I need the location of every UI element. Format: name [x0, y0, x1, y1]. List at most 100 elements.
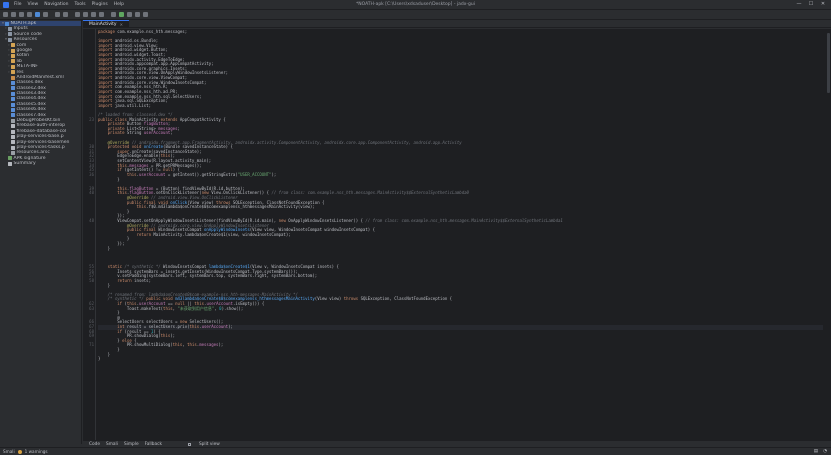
close-icon[interactable]: ✕ — [120, 21, 123, 28]
doc-icon — [11, 134, 15, 139]
line-number: 36 — [89, 171, 94, 177]
status-bar: Smali 1 warnings ▤ ◔ — [0, 447, 831, 455]
folder-icon — [8, 27, 12, 32]
save-icon[interactable] — [19, 12, 24, 17]
menu-view[interactable]: View — [28, 2, 39, 7]
flatten-icon[interactable] — [43, 12, 48, 17]
doc-icon — [8, 161, 12, 166]
warning-icon — [17, 449, 22, 454]
dex-icon — [11, 80, 15, 85]
find-class-icon[interactable] — [83, 12, 88, 17]
goto-icon[interactable] — [99, 12, 104, 17]
bin-icon — [11, 151, 15, 156]
dex-icon — [11, 91, 15, 96]
menu-help[interactable]: Help — [114, 2, 124, 7]
open-icon[interactable] — [3, 12, 8, 17]
doc-icon — [11, 140, 15, 145]
deobf-icon[interactable] — [111, 12, 116, 17]
apk-icon — [8, 156, 12, 161]
code-text: } — [98, 282, 111, 288]
code-text: this.f$0.m43lambda$onCreate$0$comexample… — [136, 204, 315, 210]
line-number: 48 — [89, 217, 94, 223]
dex-icon — [11, 113, 15, 118]
editor-scrollbar[interactable] — [827, 33, 830, 93]
line-number: 58 — [89, 277, 94, 283]
editor-tabs: MainActivity ✕ — [83, 20, 831, 28]
doc-icon — [11, 145, 15, 150]
status-left: Smali — [3, 449, 15, 454]
code-line[interactable]: } — [98, 356, 823, 362]
add-icon[interactable] — [11, 12, 16, 17]
quark-icon[interactable] — [135, 12, 140, 17]
dex-icon — [11, 102, 15, 107]
doc-icon — [11, 124, 15, 129]
line-number: 63 — [89, 305, 94, 311]
code-text: this.userAccount = getIntent().getString… — [126, 171, 277, 177]
tab-code[interactable]: Code — [89, 442, 100, 447]
split-view-label: Split view — [198, 441, 220, 447]
notifications-icon[interactable]: ◔ — [823, 449, 827, 454]
menu-file[interactable]: File — [14, 2, 22, 7]
root-icon — [5, 21, 9, 26]
code-editor[interactable]: package com.example.nss_hth.messages;imp… — [83, 29, 831, 440]
code-text: package com.example.nss_hth.messages; — [98, 29, 188, 34]
code-text: } — [98, 176, 120, 182]
search-icon[interactable] — [75, 12, 80, 17]
sync-icon[interactable] — [35, 12, 40, 17]
dex-icon — [11, 86, 15, 91]
line-number: 71 — [89, 342, 94, 348]
line-number: 23 — [89, 116, 94, 122]
tree-item[interactable]: Summary — [0, 161, 81, 166]
pkg-icon — [11, 43, 15, 48]
forward-icon[interactable] — [63, 12, 68, 17]
title-bar: File View Navigation Tools Plugins Help … — [0, 0, 831, 10]
line-number-gutter — [83, 29, 96, 440]
tab-simple[interactable]: Simple — [124, 442, 139, 447]
line-number: 40 — [89, 190, 94, 196]
menu-navigation[interactable]: Navigation — [44, 2, 68, 7]
view-mode-tabs: Code Smali Simple Fallback Split view — [83, 440, 831, 447]
tab-smali[interactable]: Smali — [106, 442, 118, 447]
status-right: ▤ ◔ — [809, 449, 827, 454]
code-text: Toast.makeText(this, "未获取到用户信息", 0).show… — [98, 305, 244, 311]
checkbox-icon — [187, 442, 191, 446]
line-number: 69 — [89, 333, 94, 339]
main-toolbar — [0, 10, 831, 20]
pkg-icon — [11, 64, 15, 69]
window-title: *NOATH-apk [C:\Users\xdsaduser\Desktop] … — [356, 2, 475, 7]
split-view-toggle[interactable]: Split view — [182, 442, 220, 447]
code-text: } — [98, 356, 101, 362]
code-text: } — [98, 245, 111, 251]
code-text: private String userAccount; — [107, 130, 173, 136]
log-icon[interactable] — [119, 12, 124, 17]
tab-label: MainActivity — [89, 21, 117, 27]
tree-item-label: Summary — [13, 161, 36, 167]
menu-bar: File View Navigation Tools Plugins Help — [14, 2, 130, 7]
tab-fallback[interactable]: Fallback — [145, 442, 162, 447]
maximize-button[interactable]: ☐ — [805, 1, 817, 7]
code-area[interactable]: package com.example.nss_hth.messages;imp… — [89, 29, 823, 362]
pkg-icon — [11, 70, 15, 75]
menu-plugins[interactable]: Plugins — [92, 2, 108, 7]
memory-icon[interactable]: ▤ — [814, 449, 818, 454]
code-text: import java.util.List; — [98, 102, 151, 108]
xml-icon — [11, 75, 15, 80]
window-controls: — ☐ ✕ — [793, 1, 829, 7]
debug-icon[interactable] — [143, 12, 148, 17]
doc-icon — [11, 129, 15, 134]
pkg-icon — [11, 48, 15, 53]
pkg-icon — [11, 54, 15, 59]
warnings-count[interactable]: 1 warnings — [25, 449, 48, 454]
minimize-button[interactable]: — — [793, 1, 805, 7]
app-logo-icon — [3, 1, 9, 8]
usage-icon[interactable] — [91, 12, 96, 17]
back-icon[interactable] — [55, 12, 60, 17]
folder-icon — [8, 37, 12, 42]
close-window-button[interactable]: ✕ — [817, 1, 829, 7]
project-tree[interactable]: ▾ NOATH.apk › Inputs › Source code ▾ Resources ›… — [0, 20, 82, 444]
export-icon[interactable] — [27, 12, 32, 17]
menu-tools[interactable]: Tools — [75, 2, 86, 7]
prefs-icon[interactable] — [127, 12, 132, 17]
bin-icon — [11, 118, 15, 123]
tab-mainactivity[interactable]: MainActivity ✕ — [83, 20, 129, 27]
